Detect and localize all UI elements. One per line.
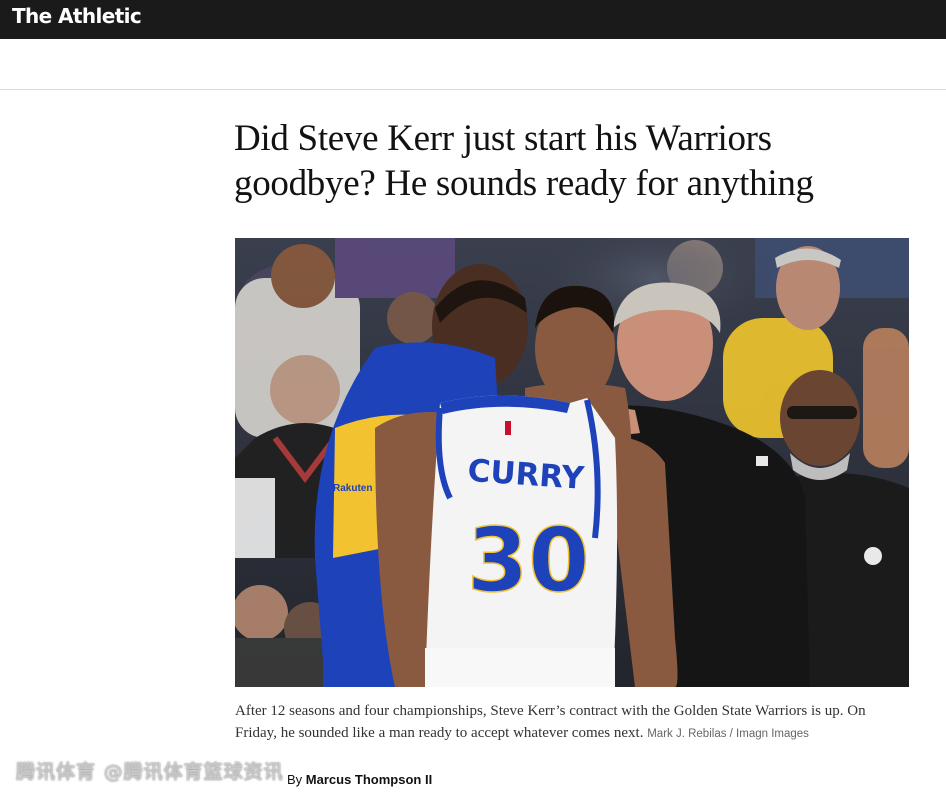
byline: By Marcus Thompson II <box>287 772 432 787</box>
headline-line-1: Did Steve Kerr just start his Warriors <box>234 118 772 159</box>
top-bar: The Athletic <box>0 0 946 39</box>
article-headline: Did Steve Kerr just start his Warriors g… <box>234 116 914 206</box>
headline-line-2: goodbye? He sounds ready for anything <box>234 163 814 204</box>
byline-prefix: By <box>287 772 303 787</box>
photo-caption: After 12 seasons and four championships,… <box>235 700 909 745</box>
jersey-number-label: 30 <box>467 509 589 612</box>
site-logo[interactable]: The Athletic <box>12 3 142 29</box>
watermark-text: 腾讯体育 @腾讯体育篮球资讯 <box>16 761 284 783</box>
sub-navigation-bar <box>0 39 946 90</box>
article-lead-photo[interactable]: Rakuten CURRY 30 <box>235 238 909 687</box>
photo-credit: Mark J. Rebilas / Imagn Images <box>647 728 809 740</box>
sleeve-sponsor-label: Rakuten <box>333 483 372 494</box>
author-link[interactable]: Marcus Thompson II <box>306 772 432 787</box>
photo-illustration: Rakuten CURRY 30 <box>235 238 909 687</box>
